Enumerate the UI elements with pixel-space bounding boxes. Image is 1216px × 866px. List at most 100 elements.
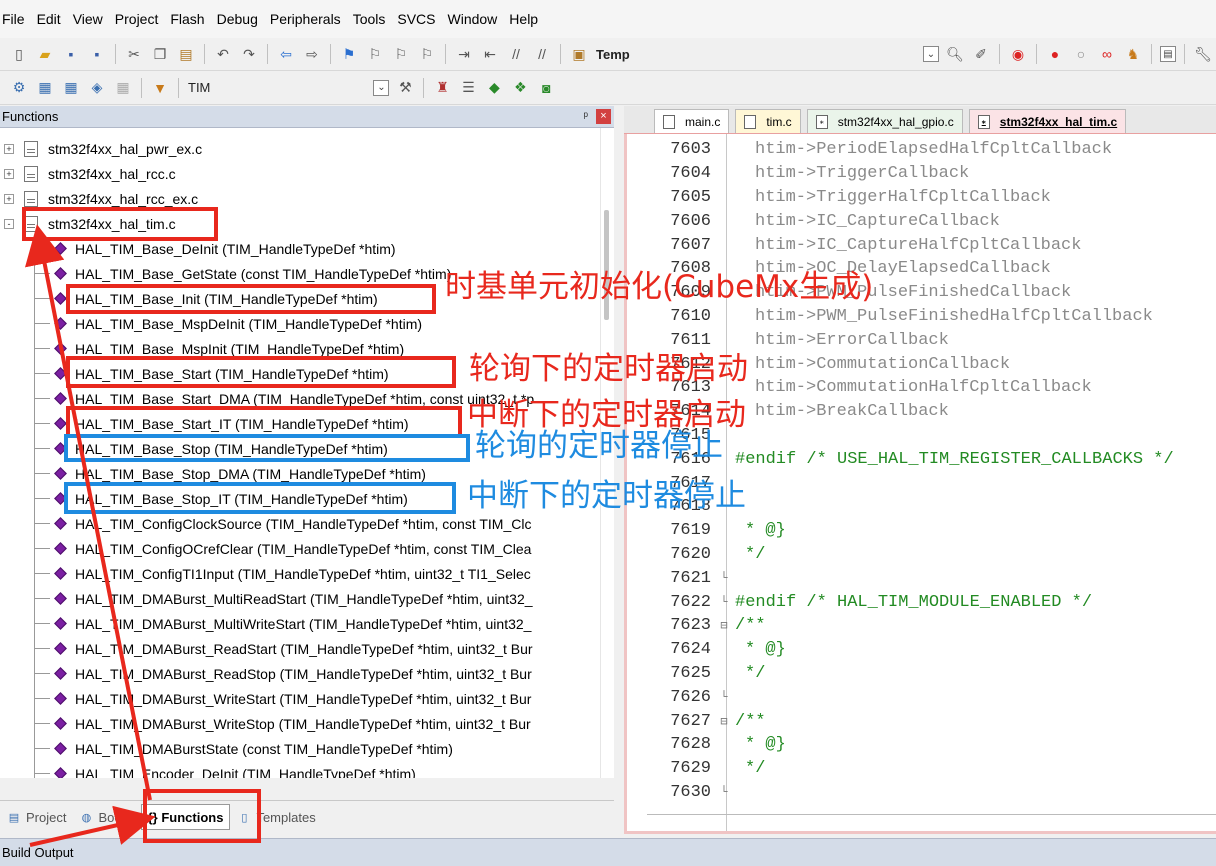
menu-tools[interactable]: Tools [353, 11, 394, 27]
options-icon[interactable]: ⚒ [396, 79, 414, 97]
code-line[interactable]: 7625 */ [627, 662, 765, 686]
unindent-icon[interactable]: ⇤ [481, 45, 499, 63]
pin-icon[interactable]: ᵖ [583, 109, 588, 123]
expand-icon[interactable]: + [4, 168, 14, 179]
indent-icon[interactable]: ⇥ [455, 45, 473, 63]
menu-flash[interactable]: Flash [170, 11, 212, 27]
tab-hal-tim-c[interactable]: ⁎ stm32f4xx_hal_tim.c [968, 109, 1127, 133]
bookmark-next-icon[interactable]: ⚐ [392, 45, 410, 63]
cube-icon[interactable]: ◙ [537, 79, 555, 97]
expand-icon[interactable]: + [4, 143, 14, 154]
nav-back-icon[interactable]: ⇦ [277, 45, 295, 63]
bookmark-prev-icon[interactable]: ⚐ [366, 45, 384, 63]
function-item[interactable]: HAL_TIM_DMABurst_WriteStop (TIM_HandleTy… [34, 711, 531, 736]
breakpoint-icon[interactable]: ● [1046, 45, 1064, 63]
function-item[interactable]: HAL_TIM_DMABurst_ReadStop (TIM_HandleTyp… [34, 661, 532, 686]
open-folder-icon[interactable]: ▰ [36, 45, 54, 63]
function-item[interactable]: HAL_TIM_Base_GetState (const TIM_HandleT… [34, 261, 451, 286]
code-line[interactable]: 7622 └ #endif /* HAL_TIM_MODULE_ENABLED */ [627, 590, 1092, 614]
menu-project[interactable]: Project [115, 11, 167, 27]
stop-build-icon[interactable]: ▦ [114, 79, 132, 97]
code-line[interactable]: 7628 * @} [627, 733, 786, 757]
tab-books[interactable]: ◍ Books [72, 804, 140, 830]
code-line[interactable]: 7606 htim->IC_CaptureCallback [627, 209, 1000, 233]
fold-marker[interactable]: └ [717, 595, 731, 609]
find-icon[interactable]: 🔍︎ [946, 45, 964, 63]
uncomment-icon[interactable]: // [533, 45, 551, 63]
cut-icon[interactable]: ✂ [125, 45, 143, 63]
compile-icon[interactable]: ⚙ [10, 79, 28, 97]
rebuild-icon[interactable]: ▦ [62, 79, 80, 97]
function-item[interactable]: HAL_TIM_DMABurst_MultiWriteStart (TIM_Ha… [34, 611, 531, 636]
wrench-icon[interactable]: 🔧︎ [1194, 45, 1212, 63]
tab-main-c[interactable]: main.c [654, 109, 730, 133]
code-line[interactable]: 7624 * @} [627, 638, 786, 662]
paste-icon[interactable]: ▤ [177, 45, 195, 63]
comment-icon[interactable]: // [507, 45, 525, 63]
save-all-icon[interactable]: ▪ [88, 45, 106, 63]
code-line[interactable]: 7627 ⊟ /** [627, 709, 765, 733]
breakpoint-disable-icon[interactable]: ○ [1072, 45, 1090, 63]
breakpoint-kill-icon[interactable]: ∞ [1098, 45, 1116, 63]
menu-svcs[interactable]: SVCS [397, 11, 443, 27]
code-line[interactable]: 7607 htim->IC_CaptureHalfCpltCallback [627, 233, 1081, 257]
code-line[interactable]: 7603 htim->PeriodElapsedHalfCpltCallback [627, 138, 1112, 162]
function-item[interactable]: HAL_TIM_ConfigOCrefClear (TIM_HandleType… [34, 536, 531, 561]
collapse-icon[interactable]: - [4, 218, 14, 229]
fold-marker[interactable]: └ [717, 690, 731, 704]
menu-view[interactable]: View [73, 11, 111, 27]
function-item[interactable]: HAL_TIM_ConfigTI1Input (TIM_HandleTypeDe… [34, 561, 531, 586]
dropdown-icon[interactable]: ⌄ [923, 46, 939, 62]
function-item[interactable]: HAL_TIM_DMABurst_ReadStart (TIM_HandleTy… [34, 636, 533, 661]
build-icon[interactable]: ▦ [36, 79, 54, 97]
fold-marker[interactable]: ⊟ [717, 618, 731, 633]
tree-file-pwr-ex[interactable]: + stm32f4xx_hal_pwr_ex.c [0, 136, 202, 161]
bookmark-icon[interactable]: ⚑ [340, 45, 358, 63]
pack-installer-icon[interactable]: ❖ [511, 79, 529, 97]
nav-forward-icon[interactable]: ⇨ [303, 45, 321, 63]
code-line[interactable]: 7611 htim->ErrorCallback [627, 328, 949, 352]
copy-icon[interactable]: ❐ [151, 45, 169, 63]
fold-marker[interactable]: ⊟ [717, 714, 731, 729]
find-in-files-icon[interactable]: ▣ [570, 45, 588, 63]
target-combo[interactable]: Temp [596, 47, 630, 62]
code-line[interactable]: 7619 * @} [627, 519, 786, 543]
menu-file[interactable]: File [2, 11, 33, 27]
menu-help[interactable]: Help [509, 11, 546, 27]
menu-debug[interactable]: Debug [217, 11, 266, 27]
code-line[interactable]: 7626 └ [627, 685, 735, 709]
target-dropdown-icon[interactable]: ⌄ [373, 79, 390, 96]
code-line[interactable]: 7621 └ [627, 566, 735, 590]
code-line[interactable]: 7623 ⊟ /** [627, 614, 765, 638]
fold-marker[interactable]: └ [717, 785, 731, 799]
rte-icon[interactable]: ◆ [485, 79, 503, 97]
fold-marker[interactable]: └ [717, 571, 731, 585]
target-select[interactable]: TIM [188, 80, 210, 95]
code-line[interactable]: 7605 htim->TriggerHalfCpltCallback [627, 186, 1051, 210]
tab-hal-gpio-c[interactable]: ⁎ stm32f4xx_hal_gpio.c [806, 109, 963, 133]
menu-edit[interactable]: Edit [37, 11, 69, 27]
function-item[interactable]: HAL_TIM_Encoder_DeInit (TIM_HandleTypeDe… [34, 761, 416, 778]
code-line[interactable]: 7604 htim->TriggerCallback [627, 162, 969, 186]
tab-tim-c[interactable]: tim.c [735, 109, 801, 133]
window-layout-icon[interactable]: ▤ [1160, 46, 1176, 62]
function-item[interactable]: HAL_TIM_DMABurstState (const TIM_HandleT… [34, 736, 453, 761]
function-item[interactable]: HAL_TIM_Base_MspDeInit (TIM_HandleTypeDe… [34, 311, 422, 336]
debug-settings-icon[interactable]: ♞ [1124, 45, 1142, 63]
code-line[interactable]: 7630 └ [627, 781, 735, 805]
new-file-icon[interactable]: ▯ [10, 45, 28, 63]
code-line[interactable]: 7610 htim->PWM_PulseFinishedHalfCpltCallb… [627, 305, 1153, 329]
menu-window[interactable]: Window [448, 11, 506, 27]
save-icon[interactable]: ▪ [62, 45, 80, 63]
code-line[interactable]: 7629 */ [627, 757, 765, 781]
redo-icon[interactable]: ↷ [240, 45, 258, 63]
debug-zoom-icon[interactable]: ◉ [1009, 45, 1027, 63]
expand-icon[interactable]: + [4, 193, 14, 204]
menu-peripherals[interactable]: Peripherals [270, 11, 349, 27]
tab-project[interactable]: ▤ Project [0, 804, 72, 830]
function-item[interactable]: HAL_TIM_DMABurst_MultiReadStart (TIM_Han… [34, 586, 533, 611]
incremental-find-icon[interactable]: ✐ [972, 45, 990, 63]
batch-build-icon[interactable]: ◈ [88, 79, 106, 97]
download-icon[interactable]: ▼ [151, 79, 169, 97]
undo-icon[interactable]: ↶ [214, 45, 232, 63]
